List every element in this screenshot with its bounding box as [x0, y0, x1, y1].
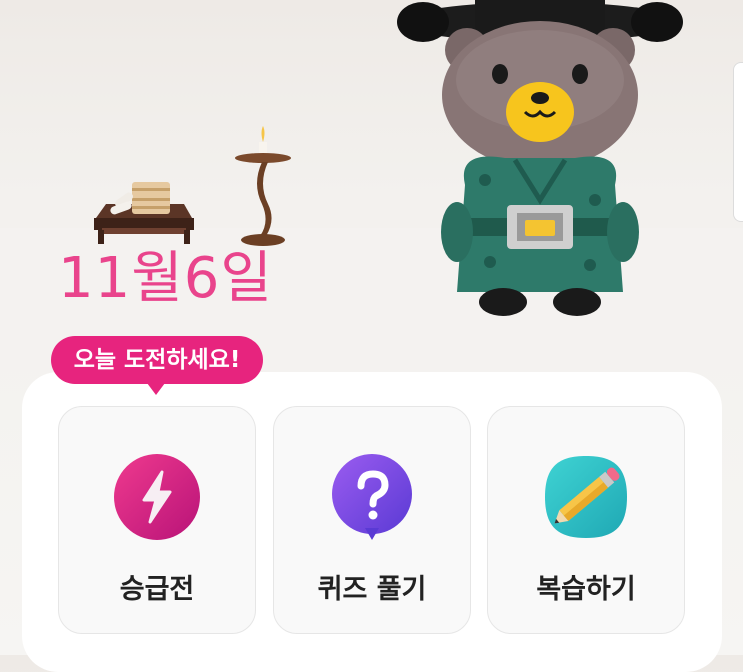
- question-icon: [332, 454, 412, 540]
- book-table-illustration: [94, 182, 194, 244]
- promotion-match-button[interactable]: 승급전: [58, 406, 256, 634]
- candle-stand-illustration: [235, 126, 291, 246]
- date-label: 11월6일: [58, 246, 273, 311]
- review-button[interactable]: 복습하기: [487, 406, 685, 634]
- challenge-badge: 오늘 도전하세요!: [51, 336, 263, 384]
- pencil-icon: [545, 456, 627, 538]
- challenge-badge-tail: [147, 383, 165, 395]
- hero-illustration: 11월6일: [0, 0, 743, 338]
- quiz-button[interactable]: 퀴즈 풀기: [273, 406, 471, 634]
- bear-mascot-illustration: [397, 0, 683, 316]
- side-edge-tab[interactable]: [733, 62, 743, 222]
- card-label: 퀴즈 풀기: [317, 574, 427, 605]
- lightning-icon: [114, 454, 200, 540]
- card-label: 승급전: [119, 574, 195, 605]
- card-label: 복습하기: [536, 574, 636, 605]
